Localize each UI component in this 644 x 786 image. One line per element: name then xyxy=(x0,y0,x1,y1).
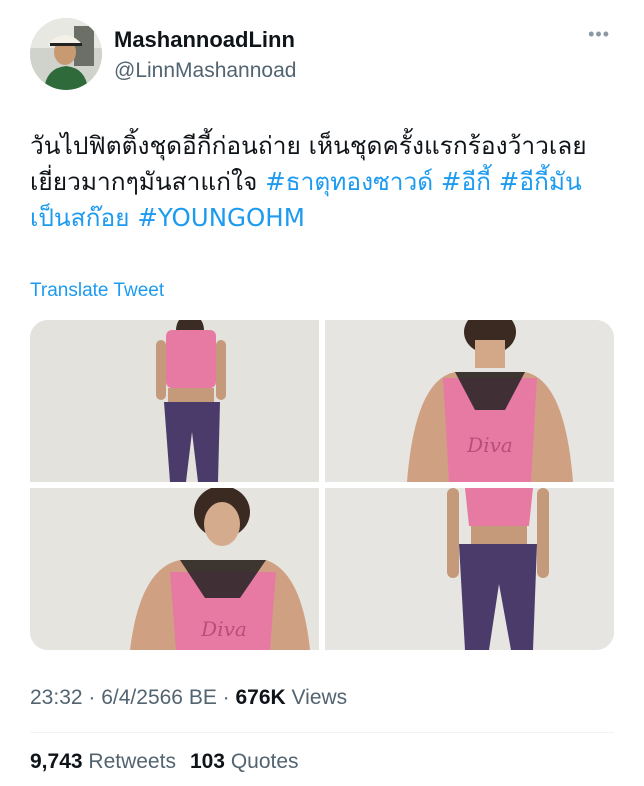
photo-4[interactable] xyxy=(325,488,614,650)
views-count: 676K xyxy=(235,686,286,709)
svg-text:Diva: Diva xyxy=(200,617,247,641)
retweets-label: Retweets xyxy=(88,750,176,773)
translate-tweet-link[interactable]: Translate Tweet xyxy=(30,280,164,302)
more-horizontal-icon[interactable]: ••• xyxy=(588,24,610,45)
quotes-stat[interactable]: 103 Quotes xyxy=(190,750,299,773)
tweet-date[interactable]: 6/4/2566 BE xyxy=(101,686,217,709)
tweet-time[interactable]: 23:32 xyxy=(30,686,83,709)
user-names: MashannoadLinn @LinnMashannoad xyxy=(114,26,296,85)
tweet-header: MashannoadLinn @LinnMashannoad ••• xyxy=(30,18,620,92)
quotes-count: 103 xyxy=(189,750,225,773)
photo-grid: Diva Diva xyxy=(30,320,614,650)
quotes-label: Quotes xyxy=(230,750,299,773)
photo-1[interactable] xyxy=(30,320,319,482)
hashtag-link[interactable]: #YOUNGOHM xyxy=(137,203,305,232)
display-name[interactable]: MashannoadLinn xyxy=(114,26,296,54)
user-handle[interactable]: @LinnMashannoad xyxy=(114,57,296,85)
photo-3[interactable]: Diva xyxy=(30,488,319,650)
hashtag-link[interactable]: #ธาตุทองซาวด์ xyxy=(265,167,433,196)
photo-2[interactable]: Diva xyxy=(325,320,614,482)
retweets-stat[interactable]: 9,743 Retweets xyxy=(30,750,176,773)
hashtag-link[interactable]: #อีกี้ xyxy=(441,167,491,196)
tweet-text: วันไปฟิตติ้งชุดอีกี้ก่อนถ่าย เห็นชุดครั้… xyxy=(30,128,620,236)
svg-text:Diva: Diva xyxy=(466,433,513,457)
divider xyxy=(30,732,614,733)
views-label: Views xyxy=(291,686,348,709)
tweet-stats: 9,743 Retweets 103 Quotes xyxy=(30,750,313,774)
tweet-meta: 23:32 · 6/4/2566 BE · 676K Views xyxy=(30,686,348,709)
avatar[interactable] xyxy=(30,18,102,90)
retweets-count: 9,743 xyxy=(30,750,83,773)
